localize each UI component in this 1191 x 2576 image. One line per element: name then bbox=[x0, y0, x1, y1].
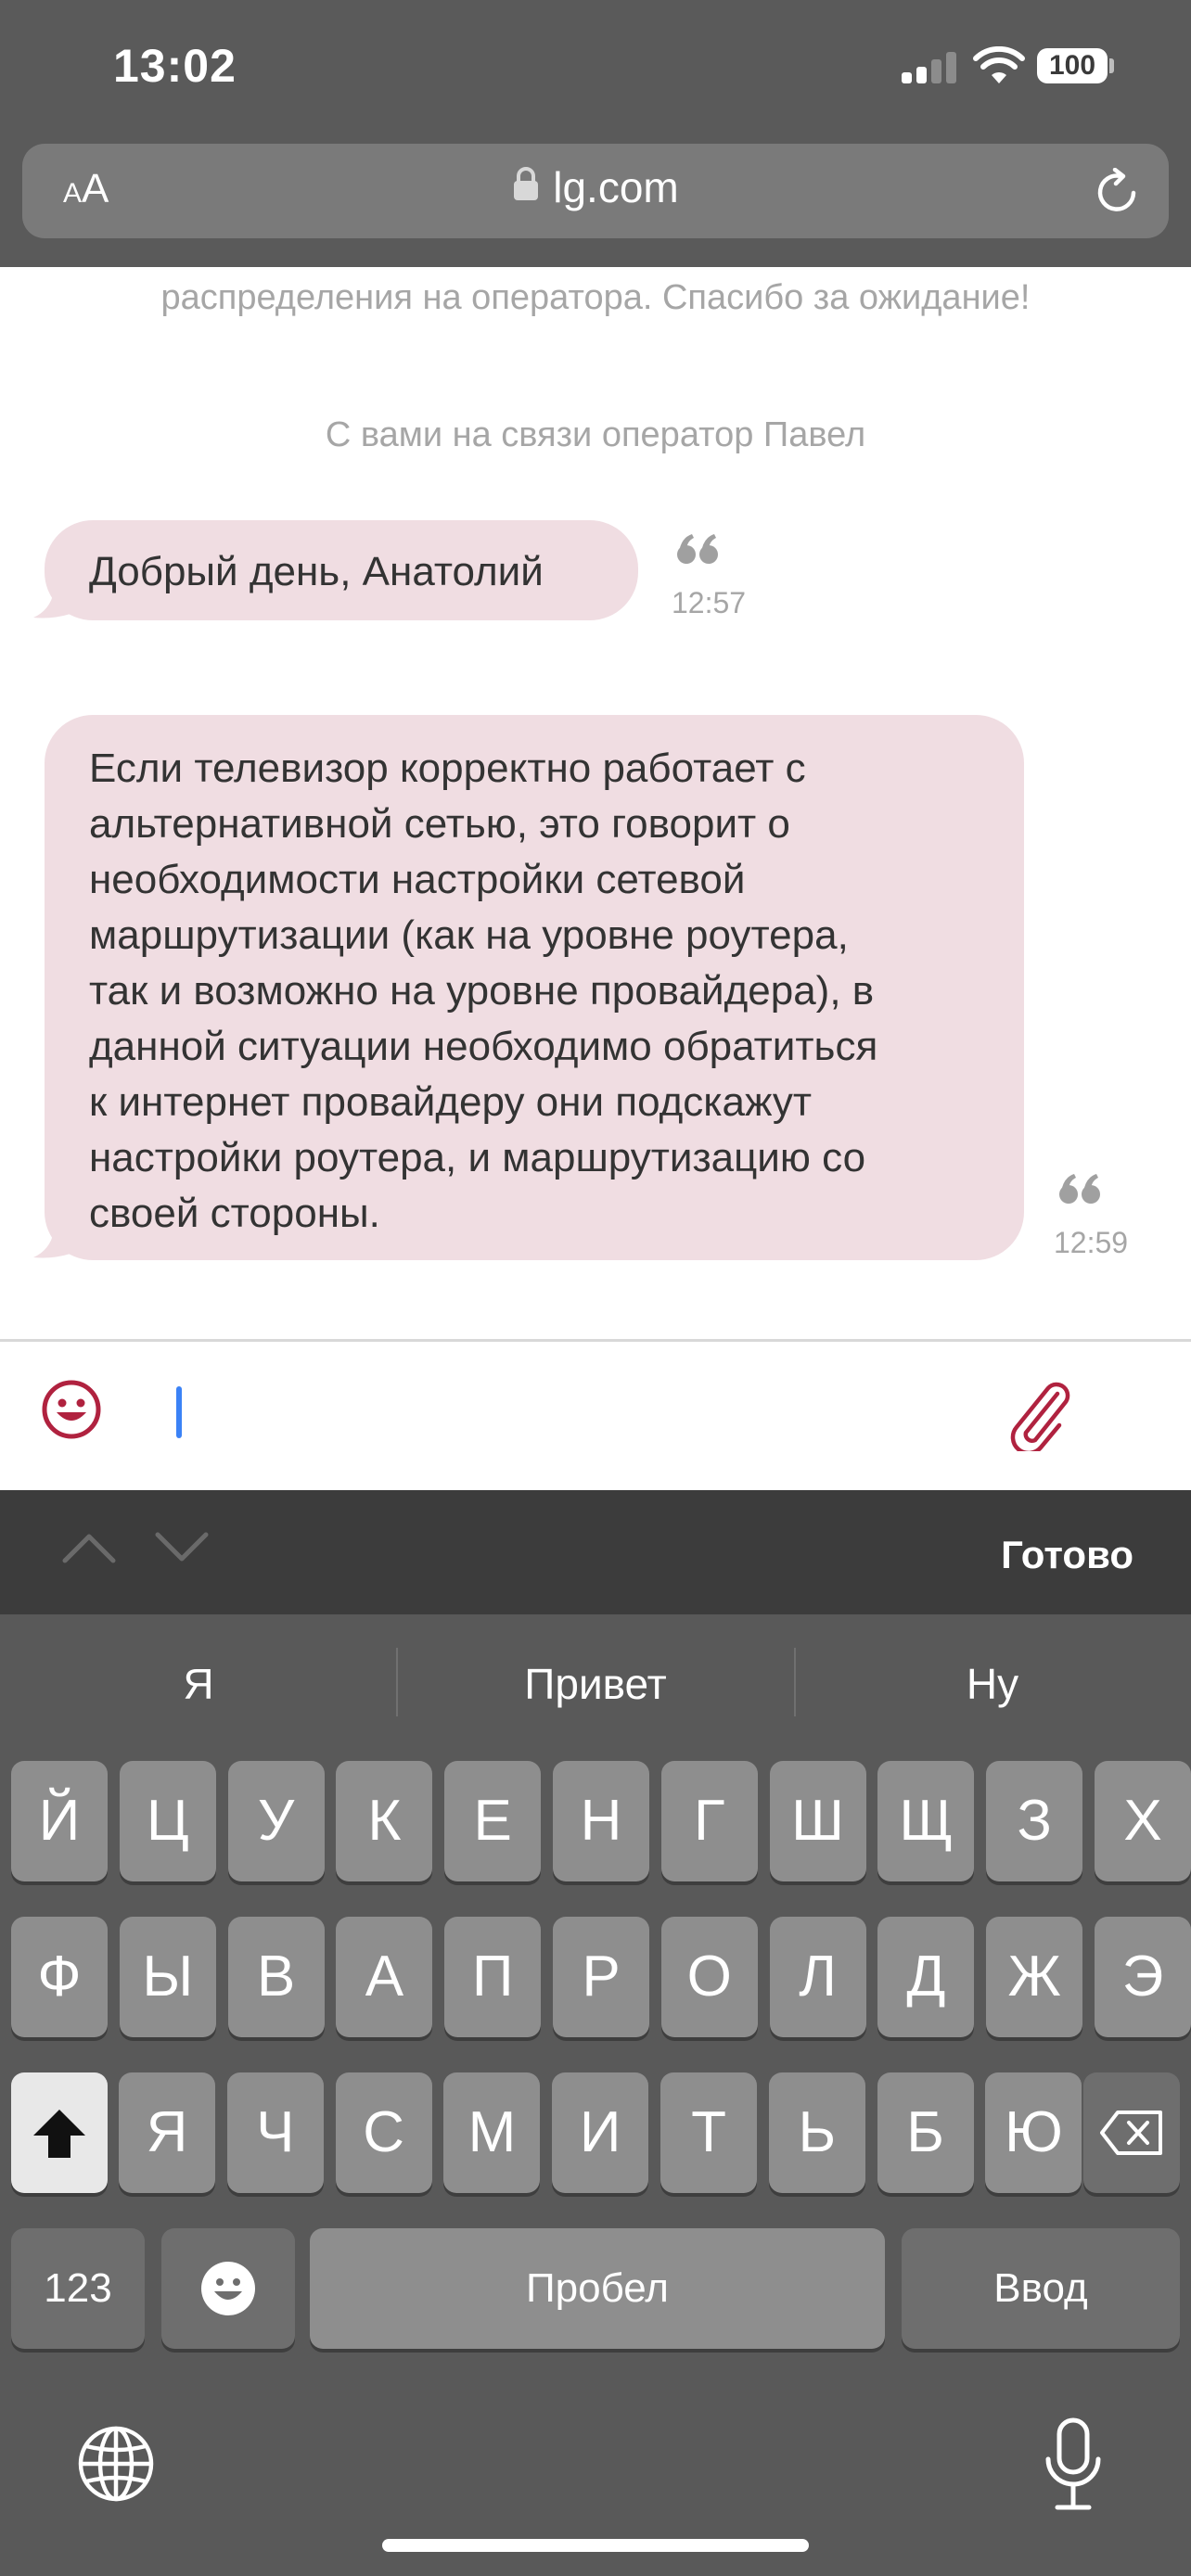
key-3[interactable]: У bbox=[227, 1761, 325, 1881]
key-4[interactable]: А bbox=[336, 1917, 433, 2037]
suggestion-2[interactable]: Привет bbox=[397, 1659, 794, 1709]
key-8[interactable]: Л bbox=[769, 1917, 866, 2037]
key-6[interactable]: Т bbox=[660, 2072, 757, 2193]
key-3[interactable]: С bbox=[335, 2072, 432, 2193]
message-text: Добрый день, Анатолий bbox=[89, 549, 544, 594]
message-bubble: Если телевизор корректно работает с альт… bbox=[45, 715, 1024, 1260]
key-5[interactable]: П bbox=[444, 1917, 542, 2037]
globe-icon[interactable] bbox=[76, 2424, 156, 2504]
message-text: Если телевизор корректно работает с альт… bbox=[89, 746, 878, 1236]
chat-area[interactable]: распределения на оператора. Спасибо за о… bbox=[0, 267, 1191, 1339]
done-button[interactable]: Готово bbox=[1001, 1533, 1133, 1577]
shift-key[interactable] bbox=[11, 2072, 108, 2193]
key-2[interactable]: Ы bbox=[119, 1917, 216, 2037]
space-key[interactable]: Пробел bbox=[310, 2228, 885, 2349]
key-2[interactable]: Ч bbox=[226, 2072, 324, 2193]
system-message: распределения на оператора. Спасибо за о… bbox=[160, 278, 1031, 317]
keyboard-accessory-bar: Готово bbox=[0, 1490, 1191, 1614]
suggestion-1[interactable]: Я bbox=[0, 1659, 397, 1709]
smile-icon[interactable] bbox=[41, 1379, 102, 1440]
key-6[interactable]: Н bbox=[553, 1761, 649, 1881]
key-10[interactable]: З bbox=[986, 1761, 1083, 1881]
quote-icon bbox=[1059, 1174, 1100, 1204]
message-bubble: Добрый день, Анатолий bbox=[45, 520, 638, 620]
home-indicator bbox=[382, 2539, 809, 2552]
mic-icon[interactable] bbox=[1041, 2417, 1106, 2513]
backspace-icon bbox=[1100, 2111, 1162, 2155]
key-4[interactable]: К bbox=[336, 1761, 433, 1881]
lock-icon bbox=[514, 167, 539, 200]
message-input-caret[interactable] bbox=[176, 1386, 182, 1438]
key-1[interactable]: Ф bbox=[11, 1917, 108, 2037]
suggestion-3[interactable]: Ну bbox=[794, 1659, 1191, 1709]
key-11[interactable]: Х bbox=[1095, 1761, 1191, 1881]
status-time: 13:02 bbox=[113, 40, 237, 92]
key-11[interactable]: Э bbox=[1095, 1917, 1191, 2037]
paperclip-icon[interactable] bbox=[1009, 1381, 1070, 1451]
key-8[interactable]: Ш bbox=[769, 1761, 866, 1881]
emoji-icon bbox=[201, 2262, 255, 2315]
chevron-up-icon[interactable] bbox=[61, 1531, 117, 1564]
key-4[interactable]: М bbox=[443, 2072, 541, 2193]
quote-icon bbox=[677, 534, 718, 564]
url-display[interactable]: lg.com bbox=[22, 162, 1169, 212]
signal-icon bbox=[902, 52, 957, 83]
key-7[interactable]: Ь bbox=[768, 2072, 865, 2193]
key-8[interactable]: Б bbox=[877, 2072, 974, 2193]
emoji-key[interactable] bbox=[161, 2228, 295, 2349]
key-5[interactable]: И bbox=[552, 2072, 649, 2193]
browser-chrome: 13:02 100 AA lg.com bbox=[0, 0, 1191, 267]
operator-notice: С вами на связи оператор Павел bbox=[325, 415, 866, 454]
wifi-icon bbox=[973, 46, 1025, 83]
key-10[interactable]: Ж bbox=[986, 1917, 1083, 2037]
battery-tip bbox=[1109, 58, 1114, 73]
battery-icon: 100 bbox=[1037, 48, 1108, 83]
chevron-down-icon[interactable] bbox=[154, 1531, 210, 1564]
key-9[interactable]: Д bbox=[877, 1917, 975, 2037]
key-6[interactable]: Р bbox=[553, 1917, 649, 2037]
key-9[interactable]: Щ bbox=[877, 1761, 975, 1881]
key-9[interactable]: Ю bbox=[985, 2072, 1082, 2193]
enter-key[interactable]: Ввод bbox=[902, 2228, 1180, 2349]
backspace-key[interactable] bbox=[1083, 2072, 1180, 2193]
key-5[interactable]: Е bbox=[444, 1761, 542, 1881]
url-bar[interactable]: AA lg.com bbox=[22, 144, 1169, 238]
message-time: 12:59 bbox=[1054, 1226, 1129, 1259]
numbers-key[interactable]: 123 bbox=[11, 2228, 145, 2349]
key-1[interactable]: Я bbox=[119, 2072, 215, 2193]
keyboard: Я Привет Ну ЙЦУКЕНГШЩЗХ ФЫВАПРОЛДЖЭ ЯЧСМ… bbox=[0, 1614, 1191, 2576]
shift-icon bbox=[33, 2110, 85, 2158]
reload-icon[interactable] bbox=[1093, 168, 1141, 216]
key-3[interactable]: В bbox=[227, 1917, 325, 2037]
key-7[interactable]: Г bbox=[660, 1761, 758, 1881]
key-2[interactable]: Ц bbox=[119, 1761, 216, 1881]
message-input-bar bbox=[0, 1342, 1191, 1490]
key-1[interactable]: Й bbox=[11, 1761, 108, 1881]
message-time: 12:57 bbox=[672, 586, 747, 619]
url-text: lg.com bbox=[553, 163, 679, 211]
key-7[interactable]: О bbox=[660, 1917, 758, 2037]
